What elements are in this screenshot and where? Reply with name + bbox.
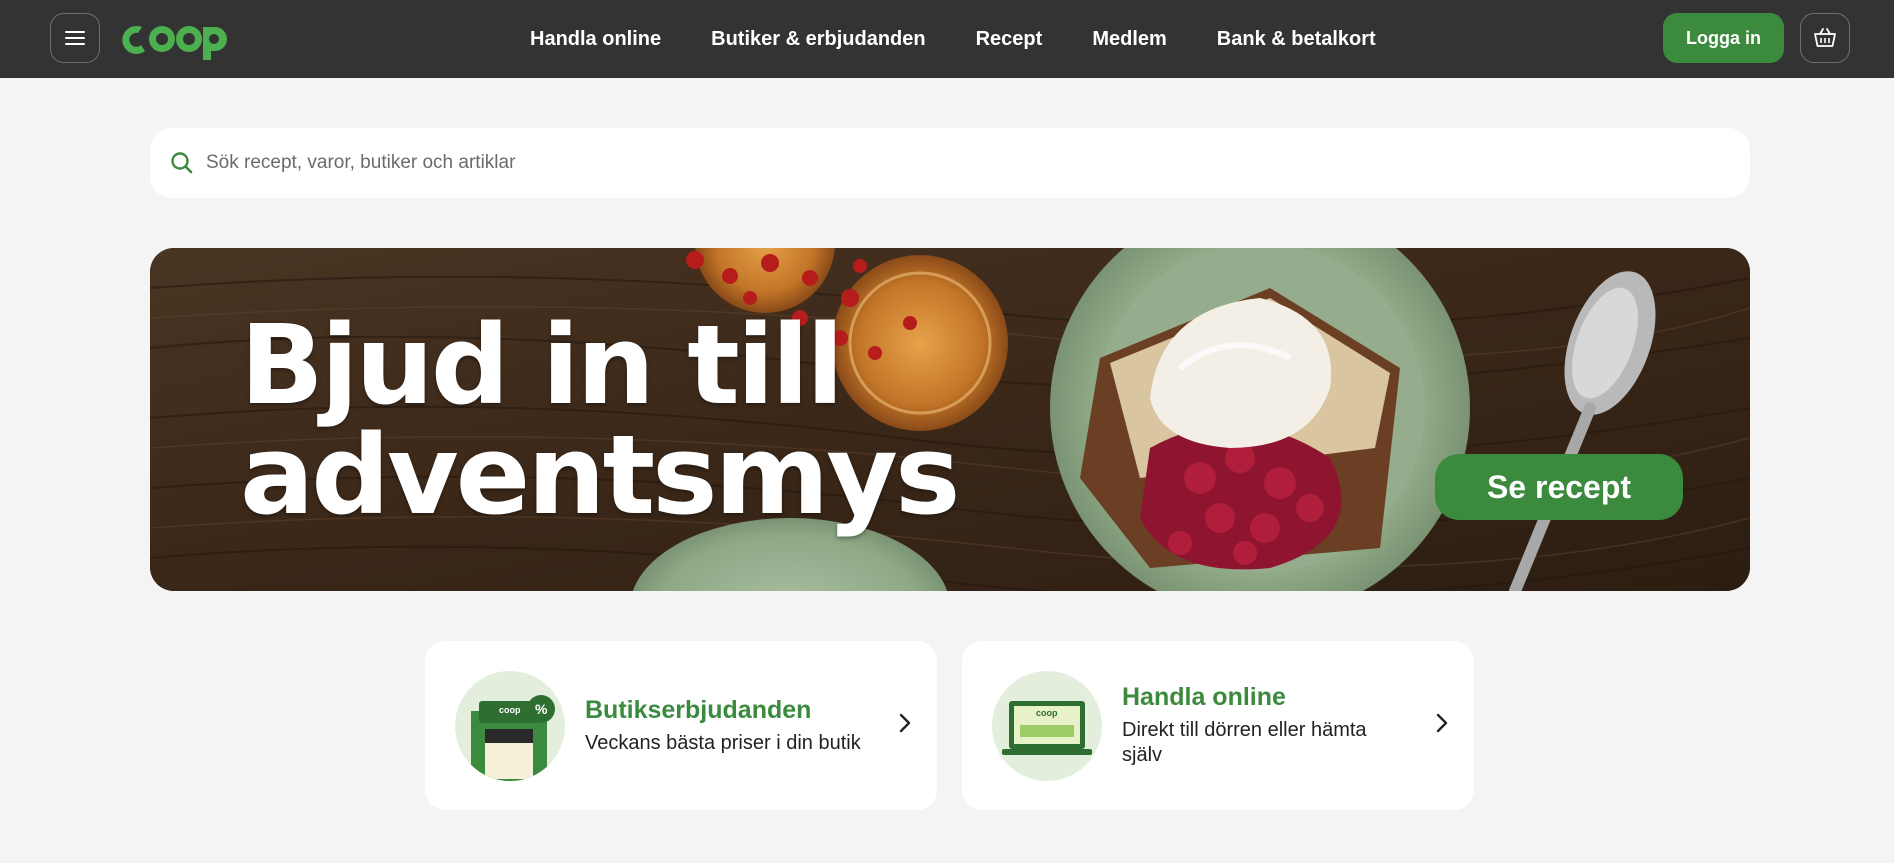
chevron-right-icon [1436, 713, 1448, 733]
basket-icon [1814, 28, 1836, 47]
se-recept-button[interactable]: Se recept [1435, 454, 1683, 520]
store-offer-icon: coop % [455, 671, 565, 781]
card-text: Butikserbjudanden Veckans bästa priser i… [585, 696, 861, 756]
card-text: Handla online Direkt till dörren eller h… [1122, 683, 1367, 768]
card-subtitle-line1: Direkt till dörren eller hämta [1122, 719, 1367, 741]
nav-medlem[interactable]: Medlem [1092, 28, 1166, 51]
menu-button[interactable] [50, 13, 100, 63]
card-subtitle: Direkt till dörren eller hämta själv [1122, 718, 1367, 768]
card-butikserbjudanden[interactable]: coop % Butikserbjudanden Veckans bästa p… [425, 641, 937, 810]
nav-recept[interactable]: Recept [976, 28, 1043, 51]
nav-butiker-erbjudanden[interactable]: Butiker & erbjudanden [711, 28, 925, 51]
cart-button[interactable] [1800, 13, 1850, 63]
percent-icon: % [535, 701, 548, 717]
search-bar[interactable] [150, 128, 1750, 198]
hero-title-line2: adventsmys [240, 411, 960, 539]
card-title: Handla online [1122, 683, 1286, 711]
store-logo-text: coop [499, 705, 521, 715]
laptop-logo-text: coop [1036, 708, 1058, 718]
card-subtitle-line2: själv [1122, 744, 1163, 766]
chevron-right-icon [899, 713, 911, 733]
card-subtitle: Veckans bästa priser i din butik [585, 731, 861, 754]
nav-bank-betalkort[interactable]: Bank & betalkort [1217, 28, 1376, 51]
hamburger-icon [65, 30, 85, 46]
top-header: Handla online Butiker & erbjudanden Rece… [0, 0, 1894, 78]
hero-title: Bjud in till adventsmys [240, 301, 960, 539]
laptop-shop-icon: coop [992, 671, 1102, 781]
coop-logo[interactable] [119, 18, 234, 60]
hero-title-line1: Bjud in till [240, 301, 844, 429]
hero-banner[interactable]: Bjud in till adventsmys Se recept [150, 248, 1750, 591]
login-button[interactable]: Logga in [1663, 13, 1784, 63]
card-handla-online[interactable]: coop Handla online Direkt till dörren el… [962, 641, 1474, 810]
card-title: Butikserbjudanden [585, 695, 812, 724]
search-icon [171, 152, 193, 174]
nav-handla-online[interactable]: Handla online [530, 28, 661, 51]
search-input[interactable] [206, 152, 1706, 174]
main-nav: Handla online Butiker & erbjudanden Rece… [530, 0, 1426, 78]
